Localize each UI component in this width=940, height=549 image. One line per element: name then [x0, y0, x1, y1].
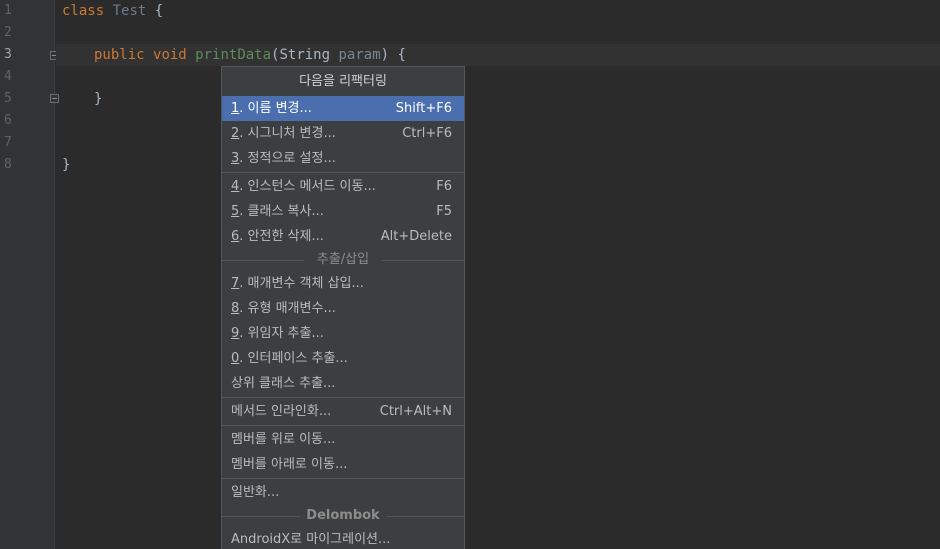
code-line-8[interactable]: }	[62, 154, 70, 176]
brace: }	[62, 157, 71, 173]
shortcut-label: F5	[436, 204, 452, 219]
menu-item-label: 메서드 인라인화...	[231, 404, 332, 419]
menu-item-type-parameter[interactable]: 8. 유형 매개변수...	[222, 296, 464, 321]
shortcut-label: Ctrl+F6	[402, 126, 452, 141]
menu-item-pull-members-up[interactable]: 멤버를 위로 이동...	[222, 427, 464, 452]
group-header-extract: 추출/삽입	[222, 249, 464, 271]
menu-item-label: 7. 매개변수 객체 삽입...	[231, 276, 364, 291]
menu-item-label: 8. 유형 매개변수...	[231, 301, 336, 316]
menu-item-move-instance-method[interactable]: 4. 인스턴스 메서드 이동... F6	[222, 174, 464, 199]
menu-item-inline-method[interactable]: 메서드 인라인화... Ctrl+Alt+N	[222, 399, 464, 424]
code-line-5[interactable]: }	[94, 88, 102, 110]
menu-item-generify[interactable]: 일반화...	[222, 480, 464, 505]
line-gutter: 1 2 3 4 5 6 7 8	[0, 0, 59, 549]
menu-item-rename[interactable]: 1. 이름 변경... Shift+F6	[222, 96, 464, 121]
line-number-current: 3	[4, 47, 12, 62]
menu-item-make-static[interactable]: 3. 정적으로 설정...	[222, 146, 464, 171]
class-name: Test	[112, 3, 147, 19]
menu-item-label: AndroidX로 마이그레이션...	[231, 532, 391, 547]
keyword: void	[153, 47, 187, 63]
menu-item-safe-delete[interactable]: 6. 안전한 삭제... Alt+Delete	[222, 224, 464, 249]
menu-separator	[222, 172, 464, 173]
menu-item-label: 일반화...	[231, 485, 280, 500]
shortcut-label: Shift+F6	[395, 101, 452, 116]
menu-separator	[222, 397, 464, 398]
menu-title: 다음을 리팩터링	[299, 74, 387, 89]
menu-item-label: 9. 위임자 추출...	[231, 326, 324, 341]
menu-item-extract-delegate[interactable]: 9. 위임자 추출...	[222, 321, 464, 346]
brace: {	[397, 47, 406, 63]
menu-item-push-members-down[interactable]: 멤버를 아래로 이동...	[222, 452, 464, 477]
menu-item-migrate-androidx[interactable]: AndroidX로 마이그레이션...	[222, 527, 464, 549]
menu-item-label: 3. 정적으로 설정...	[231, 151, 336, 166]
line-number: 6	[4, 113, 12, 128]
menu-item-label: 상위 클래스 추출...	[231, 376, 336, 391]
group-header-delombok: Delombok	[222, 505, 464, 527]
code-line-1[interactable]: class Test {	[62, 0, 163, 22]
menu-item-extract-superclass[interactable]: 상위 클래스 추출...	[222, 371, 464, 396]
type-name: String	[279, 47, 331, 63]
menu-item-introduce-parameter-object[interactable]: 7. 매개변수 객체 삽입...	[222, 271, 464, 296]
line-number: 4	[4, 69, 12, 84]
code-editor[interactable]: 1 2 3 4 5 6 7 8 class Test { public void…	[0, 0, 940, 549]
code-line-3[interactable]: public void printData(String param) {	[94, 44, 406, 66]
menu-item-copy-class[interactable]: 5. 클래스 복사... F5	[222, 199, 464, 224]
param-name: param	[338, 47, 381, 63]
shortcut-label: F6	[436, 179, 452, 194]
menu-item-label: 6. 안전한 삭제...	[231, 229, 324, 244]
line-number: 1	[4, 3, 12, 18]
menu-item-label: 2. 시그니처 변경...	[231, 126, 336, 141]
keyword: public	[94, 47, 145, 63]
menu-item-label: 멤버를 아래로 이동...	[231, 457, 348, 472]
line-number: 7	[4, 135, 12, 150]
menu-item-label: 멤버를 위로 이동...	[231, 432, 336, 447]
line-number: 5	[4, 91, 12, 106]
line-number: 2	[4, 25, 12, 40]
shortcut-label: Alt+Delete	[380, 229, 452, 244]
line-number: 8	[4, 157, 12, 172]
menu-item-label: 5. 클래스 복사...	[231, 204, 324, 219]
fold-icon[interactable]	[50, 94, 59, 103]
menu-item-label: 4. 인스턴스 메서드 이동...	[231, 179, 376, 194]
menu-item-label: 0. 인터페이스 추출...	[231, 351, 348, 366]
brace: {	[154, 3, 164, 19]
shortcut-label: Ctrl+Alt+N	[379, 404, 452, 419]
menu-item-extract-interface[interactable]: 0. 인터페이스 추출...	[222, 346, 464, 371]
method-name: printData	[195, 47, 272, 63]
keyword: class	[62, 3, 105, 19]
menu-separator	[222, 478, 464, 479]
refactor-popup-menu: 다음을 리팩터링 1. 이름 변경... Shift+F6 2. 시그니처 변경…	[221, 66, 465, 549]
menu-item-label: 1. 이름 변경...	[231, 101, 312, 116]
menu-separator	[222, 425, 464, 426]
paren: )	[380, 47, 390, 63]
brace: }	[94, 91, 103, 107]
menu-item-change-signature[interactable]: 2. 시그니처 변경... Ctrl+F6	[222, 121, 464, 146]
